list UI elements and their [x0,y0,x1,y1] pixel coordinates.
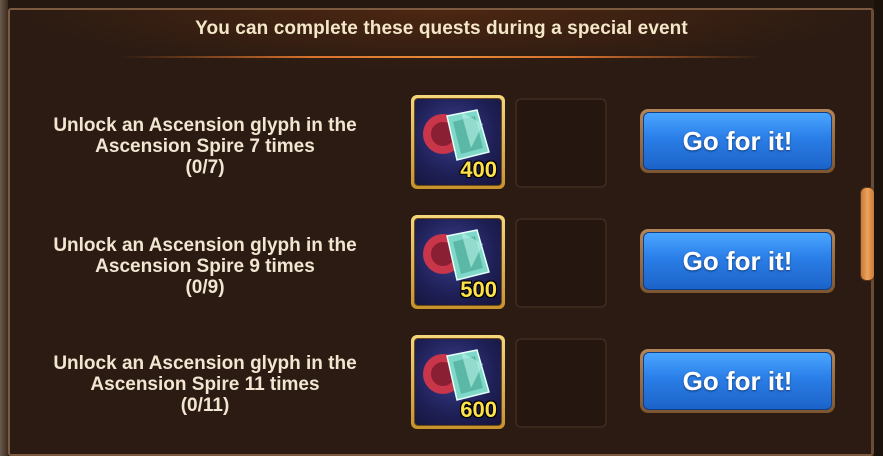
reward-inner: 500 [414,218,502,306]
go-for-it-button[interactable]: Go for it! [640,349,835,413]
panel-title: You can complete these quests during a s… [195,18,688,39]
quest-description: Unlock an Ascension glyph in the Ascensi… [40,353,370,416]
reward-amount: 500 [460,277,497,302]
reward-inner: 600 [414,338,502,426]
quest-line-2: Ascension Spire 11 times [90,374,320,395]
go-for-it-label: Go for it! [643,352,832,410]
quest-description: Unlock an Ascension glyph in the Ascensi… [40,235,370,298]
quest-row: Unlock an Ascension glyph in the Ascensi… [0,215,883,325]
quest-line-1: Unlock an Ascension glyph in the [53,235,357,256]
quest-progress: (0/9) [185,277,225,298]
window-right-edge [874,0,883,456]
quest-description: Unlock an Ascension glyph in the Ascensi… [40,115,370,178]
go-for-it-label: Go for it! [643,232,832,290]
quest-line-1: Unlock an Ascension glyph in the [53,115,357,136]
go-for-it-button[interactable]: Go for it! [640,109,835,173]
go-for-it-label: Go for it! [643,112,832,170]
reward-amount: 600 [460,397,497,422]
quest-row: Unlock an Ascension glyph in the Ascensi… [0,95,883,205]
quest-line-1: Unlock an Ascension glyph in the [53,353,357,374]
reward-slot[interactable]: 600 [411,335,505,429]
scrollbar-thumb[interactable] [861,188,874,280]
empty-reward-slot [515,98,607,188]
header-divider [120,56,764,58]
quest-row: Unlock an Ascension glyph in the Ascensi… [0,335,883,445]
quest-line-2: Ascension Spire 7 times [95,136,315,157]
quest-progress: (0/7) [185,157,225,178]
quest-progress: (0/11) [180,395,230,416]
reward-slot[interactable]: 400 [411,95,505,189]
go-for-it-button[interactable]: Go for it! [640,229,835,293]
empty-reward-slot [515,338,607,428]
quest-line-2: Ascension Spire 9 times [95,256,315,277]
reward-amount: 400 [460,157,497,182]
empty-reward-slot [515,218,607,308]
reward-slot[interactable]: 500 [411,215,505,309]
reward-inner: 400 [414,98,502,186]
